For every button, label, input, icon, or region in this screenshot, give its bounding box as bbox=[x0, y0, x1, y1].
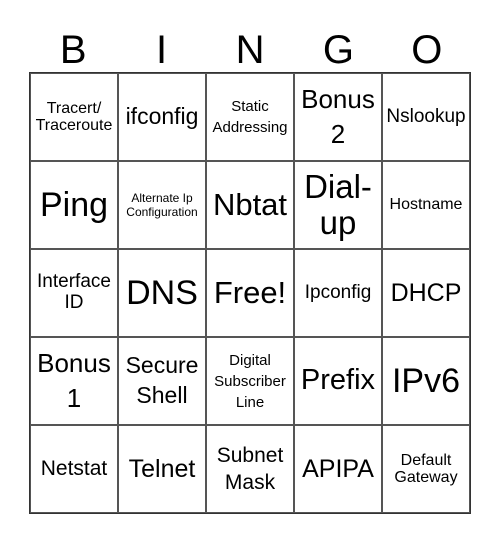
bingo-cell[interactable]: DNS bbox=[118, 249, 206, 337]
bingo-cell[interactable]: Nbtat bbox=[206, 161, 294, 249]
bingo-cell[interactable]: Default Gateway bbox=[382, 425, 470, 513]
bingo-cell[interactable]: IPv6 bbox=[382, 337, 470, 425]
bingo-cell[interactable]: Netstat bbox=[30, 425, 118, 513]
header-letter-i: I bbox=[156, 28, 168, 72]
bingo-grid: Tracert/ Traceroute ifconfig Static Addr… bbox=[29, 72, 471, 514]
bingo-header: B I N G O bbox=[29, 28, 471, 72]
bingo-cell[interactable]: DHCP bbox=[382, 249, 470, 337]
header-letter-g: G bbox=[322, 28, 354, 72]
bingo-cell[interactable]: Digital Subscriber Line bbox=[206, 337, 294, 425]
header-letter-o: O bbox=[411, 28, 443, 72]
header-letter-b: B bbox=[59, 28, 87, 72]
bingo-cell[interactable]: Subnet Mask bbox=[206, 425, 294, 513]
bingo-cell[interactable]: Dial- up bbox=[294, 161, 382, 249]
bingo-cell[interactable]: Nslookup bbox=[382, 73, 470, 161]
bingo-cell[interactable]: Ping bbox=[30, 161, 118, 249]
bingo-cell[interactable]: Tracert/ Traceroute bbox=[30, 73, 118, 161]
header-letter-n: N bbox=[235, 28, 265, 72]
free-space-cell[interactable]: Free! bbox=[206, 249, 294, 337]
bingo-cell[interactable]: Bonus 1 bbox=[30, 337, 118, 425]
bingo-cell[interactable]: Hostname bbox=[382, 161, 470, 249]
bingo-cell[interactable]: Prefix bbox=[294, 337, 382, 425]
bingo-cell[interactable]: Bonus 2 bbox=[294, 73, 382, 161]
bingo-cell[interactable]: Ipconfig bbox=[294, 249, 382, 337]
bingo-cell[interactable]: ifconfig bbox=[118, 73, 206, 161]
bingo-cell[interactable]: Static Addressing bbox=[206, 73, 294, 161]
bingo-cell[interactable]: Telnet bbox=[118, 425, 206, 513]
bingo-cell[interactable]: Secure Shell bbox=[118, 337, 206, 425]
bingo-cell[interactable]: Interface ID bbox=[30, 249, 118, 337]
bingo-cell[interactable]: Alternate Ip Configuration bbox=[118, 161, 206, 249]
bingo-cell[interactable]: APIPA bbox=[294, 425, 382, 513]
